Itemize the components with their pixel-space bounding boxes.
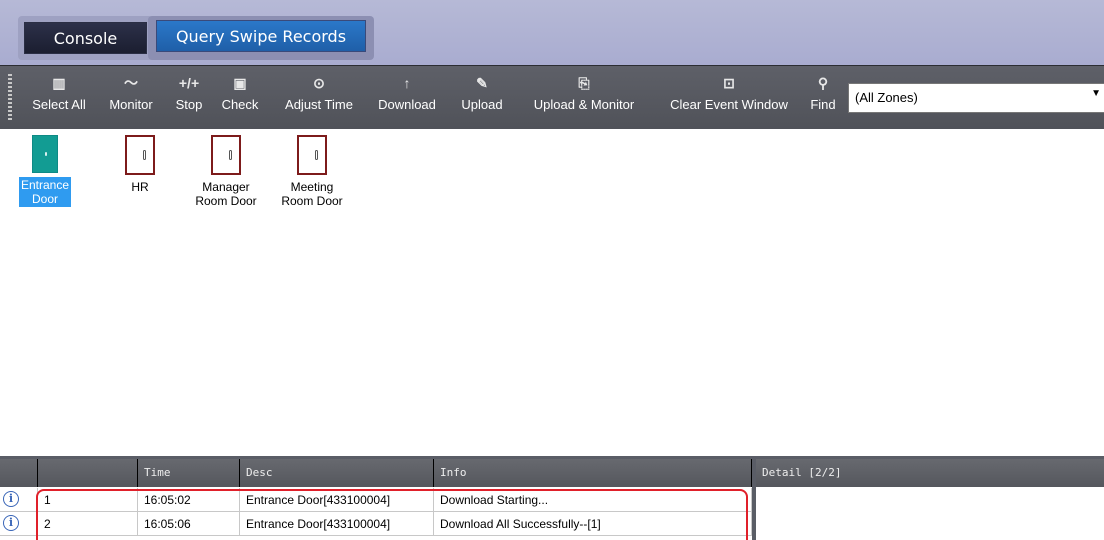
toolbar-grip-handle[interactable]	[8, 74, 12, 120]
chevron-down-icon[interactable]: ▼	[1091, 88, 1101, 99]
upload-label: Upload	[461, 97, 503, 112]
arrow-up-icon: ↑	[403, 75, 411, 91]
door-label-line1: Entrance	[20, 178, 70, 192]
door-label-line2: Door	[31, 192, 58, 206]
clock-icon: ⊙	[313, 75, 325, 91]
door-hr[interactable]: HR	[100, 135, 180, 195]
row-time: 16:05:06	[138, 512, 240, 536]
door-icon	[211, 135, 241, 175]
column-header-number[interactable]	[38, 459, 138, 487]
row-number: 2	[38, 512, 138, 536]
clear-event-window-button[interactable]: ⊡ Clear Event Window	[656, 72, 802, 124]
adjust-time-button[interactable]: ⊙ Adjust Time	[275, 72, 363, 124]
door-icon	[125, 135, 155, 175]
detail-panel: Detail [2/2]	[752, 456, 1104, 540]
tab-console-label: Console	[24, 22, 147, 54]
row-icon-cell: i	[0, 512, 38, 536]
row-number: 1	[38, 488, 138, 512]
tab-bar: Console Query Swipe Records	[0, 0, 1104, 65]
find-label: Find	[810, 97, 836, 112]
door-label: Entrance Door	[18, 177, 72, 207]
info-icon: i	[3, 515, 19, 531]
door-icon	[297, 135, 327, 175]
tab-query-swipe-records-label: Query Swipe Records	[156, 20, 366, 52]
row-info: Download Starting...	[434, 488, 752, 512]
monitor-button[interactable]: 〜 Monitor	[101, 72, 161, 124]
upload-icon: ✎	[476, 75, 488, 91]
find-button[interactable]: ⚲ Find	[806, 72, 840, 124]
door-label-line1: HR	[131, 180, 149, 194]
toolbar: ▥ Select All 〜 Monitor +/+ Stop ▣ Check …	[0, 65, 1104, 129]
upload-button[interactable]: ✎ Upload	[455, 72, 509, 124]
row-desc: Entrance Door[433100004]	[240, 512, 434, 536]
check-label: Check	[221, 97, 259, 112]
check-icon: ▣	[233, 75, 247, 91]
column-header-icon[interactable]	[0, 459, 38, 487]
upload-monitor-icon: ⎘	[578, 75, 590, 91]
door-label: Meeting Room Door	[279, 179, 344, 209]
door-meeting-room[interactable]: Meeting Room Door	[272, 135, 352, 209]
door-entrance[interactable]: Entrance Door	[14, 135, 76, 207]
column-header-desc[interactable]: Desc	[240, 459, 434, 487]
search-icon: ⚲	[817, 75, 829, 91]
event-grid: Time Desc Info i 1 16:05:02 Entrance Doo…	[0, 456, 752, 540]
tab-console[interactable]: Console	[18, 16, 153, 60]
upload-and-monitor-button[interactable]: ⎘ Upload & Monitor	[517, 72, 651, 124]
door-manager-room[interactable]: Manager Room Door	[186, 135, 266, 209]
stop-label: Stop	[175, 97, 203, 112]
download-button[interactable]: ↑ Download	[369, 72, 445, 124]
select-all-label: Select All	[32, 97, 86, 112]
row-desc: Entrance Door[433100004]	[240, 488, 434, 512]
door-icons-area: Entrance Door HR Manager Room Door Meeti…	[0, 129, 1104, 456]
door-label: HR	[129, 179, 150, 195]
trash-icon: ⊡	[723, 75, 735, 91]
zones-select[interactable]: (All Zones) ▼	[848, 83, 1104, 113]
monitor-label: Monitor	[109, 97, 153, 112]
door-label-line1: Manager	[202, 180, 250, 194]
download-label: Download	[378, 97, 436, 112]
select-all-button[interactable]: ▥ Select All	[24, 72, 94, 124]
check-button[interactable]: ▣ Check	[216, 72, 264, 124]
door-icon	[32, 135, 58, 173]
zones-select-value: (All Zones)	[855, 90, 918, 105]
door-label-line2: Room Door	[195, 194, 257, 208]
column-header-info[interactable]: Info	[434, 459, 752, 487]
door-label-line1: Meeting	[290, 180, 334, 194]
column-header-time[interactable]: Time	[138, 459, 240, 487]
stop-button[interactable]: +/+ Stop	[170, 72, 208, 124]
monitor-icon: 〜	[124, 75, 138, 91]
door-label-line2: Room Door	[281, 194, 343, 208]
row-time: 16:05:02	[138, 488, 240, 512]
select-all-icon: ▥	[52, 75, 66, 91]
clear-event-window-label: Clear Event Window	[670, 97, 788, 112]
row-icon-cell: i	[0, 488, 38, 512]
tab-query-swipe-records[interactable]: Query Swipe Records	[148, 16, 374, 60]
upload-and-monitor-label: Upload & Monitor	[533, 97, 635, 112]
detail-header: Detail [2/2]	[756, 459, 1104, 487]
adjust-time-label: Adjust Time	[285, 97, 353, 112]
row-info: Download All Successfully--[1]	[434, 512, 752, 536]
door-label: Manager Room Door	[193, 179, 258, 209]
stop-icon: +/+	[178, 75, 200, 91]
info-icon: i	[3, 491, 19, 507]
